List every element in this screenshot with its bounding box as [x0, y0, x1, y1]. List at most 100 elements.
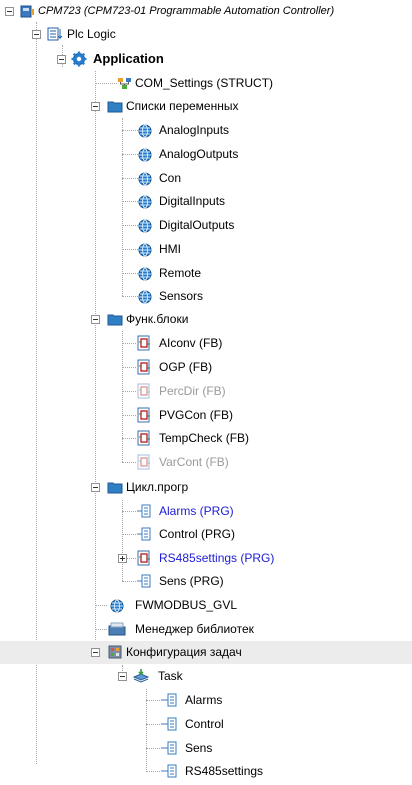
device-label: CPM723 (CPM723-01 Programmable Automatio…: [38, 5, 335, 17]
globe-icon: [136, 193, 152, 209]
tree-node-program[interactable]: Alarms (PRG): [0, 500, 412, 523]
globe-icon: [136, 288, 152, 304]
gvl-label: DigitalInputs: [159, 194, 226, 208]
program-call-icon: [160, 740, 177, 756]
tree-node-task-call[interactable]: Alarms: [0, 689, 412, 712]
gvl-label: DigitalOutputs: [159, 218, 235, 232]
gear-icon: [71, 51, 87, 67]
collapse-toggle[interactable]: [32, 30, 41, 39]
func-blocks-label: Функ.блоки: [126, 312, 189, 326]
tree-node-function-block[interactable]: AIconv (FB): [0, 332, 412, 355]
globe-icon: [136, 122, 152, 138]
tree-node-function-block[interactable]: TempCheck (FB): [0, 427, 412, 450]
gvl-label: Remote: [159, 266, 202, 280]
program-call-icon: [160, 692, 177, 708]
library-manager-label: Менеджер библиотек: [135, 622, 254, 636]
collapse-toggle[interactable]: [91, 315, 100, 324]
globe-icon: [136, 217, 152, 233]
tree-node-program[interactable]: Sens (PRG): [0, 570, 412, 593]
tree-node-program[interactable]: RS485settings (PRG): [0, 547, 412, 570]
tree-node-function-block[interactable]: VarCont (FB): [0, 451, 412, 474]
gvl-label: HMI: [159, 242, 181, 256]
tree-node-task-call[interactable]: Sens: [0, 737, 412, 760]
task-icon: [132, 668, 150, 684]
function-block-label: TempCheck (FB): [159, 431, 250, 445]
library-icon: [108, 621, 126, 637]
function-block-label: OGP (FB): [159, 360, 213, 374]
folder-icon: [107, 98, 123, 114]
folder-icon: [107, 311, 123, 327]
program-icon: [136, 503, 152, 519]
function-block-icon: [137, 335, 153, 351]
tree-node-gvl[interactable]: AnalogInputs: [0, 119, 412, 142]
com-settings-label: COM_Settings (STRUCT): [135, 76, 274, 90]
collapse-toggle[interactable]: [91, 483, 100, 492]
function-block-icon: [137, 430, 153, 446]
tree-node-fwmodbus-gvl[interactable]: FWMODBUS_GVL: [0, 594, 412, 617]
tree-node-plc-logic[interactable]: Plc Logic: [0, 23, 412, 46]
tree-node-gvl[interactable]: DigitalOutputs: [0, 214, 412, 237]
tree-node-device[interactable]: CPM723 (CPM723-01 Programmable Automatio…: [0, 0, 412, 23]
function-block-icon: [137, 383, 153, 399]
fwmodbus-label: FWMODBUS_GVL: [135, 598, 238, 612]
task-config-label: Конфигурация задач: [126, 645, 242, 659]
tree-node-program[interactable]: Control (PRG): [0, 523, 412, 546]
tree-node-gvl[interactable]: AnalogOutputs: [0, 143, 412, 166]
tree-node-gvl[interactable]: Con: [0, 167, 412, 190]
plc-logic-label: Plc Logic: [67, 27, 116, 41]
program-label: Control (PRG): [159, 527, 236, 541]
application-label: Application: [93, 51, 164, 66]
gvl-label: Sensors: [159, 289, 204, 303]
globe-icon: [136, 170, 152, 186]
tree-node-function-block[interactable]: OGP (FB): [0, 356, 412, 379]
tree-node-task-call[interactable]: Control: [0, 713, 412, 736]
tree-node-function-block[interactable]: PVGCon (FB): [0, 404, 412, 427]
tree-node-library-manager[interactable]: Менеджер библиотек: [0, 618, 412, 641]
tree-node-cyclic-folder[interactable]: Цикл.прогр: [0, 476, 412, 499]
project-tree: CPM723 (CPM723-01 Programmable Automatio…: [0, 0, 412, 785]
function-block-label: VarCont (FB): [159, 455, 229, 469]
tree-node-task[interactable]: Task: [0, 665, 412, 688]
tree-node-application[interactable]: Application: [0, 48, 412, 71]
program-label: RS485settings (PRG): [159, 551, 275, 565]
function-block-icon: [137, 550, 153, 566]
tree-node-func-blocks-folder[interactable]: Функ.блоки: [0, 308, 412, 331]
folder-icon: [107, 479, 123, 495]
collapse-toggle[interactable]: [118, 672, 127, 681]
tree-node-function-block[interactable]: PercDir (FB): [0, 380, 412, 403]
task-config-icon: [107, 644, 123, 660]
tree-node-task-config[interactable]: Конфигурация задач: [0, 641, 412, 664]
gvl-label: Con: [159, 171, 182, 185]
program-call-icon: [160, 716, 177, 732]
globe-icon: [136, 241, 152, 257]
tree-node-gvl[interactable]: Remote: [0, 262, 412, 285]
cyclic-label: Цикл.прогр: [126, 480, 189, 494]
program-icon: [136, 526, 152, 542]
function-block-icon: [137, 359, 153, 375]
function-block-label: PVGCon (FB): [159, 408, 234, 422]
collapse-toggle[interactable]: [91, 648, 100, 657]
gvl-label: AnalogInputs: [159, 123, 230, 137]
tree-node-var-lists-folder[interactable]: Списки переменных: [0, 95, 412, 118]
expand-toggle[interactable]: [118, 554, 127, 563]
gvl-label: AnalogOutputs: [159, 147, 239, 161]
program-call-icon: [160, 763, 177, 779]
tree-node-gvl[interactable]: Sensors: [0, 285, 412, 308]
globe-icon: [136, 265, 152, 281]
tree-node-com-settings[interactable]: COM_Settings (STRUCT): [0, 72, 412, 95]
collapse-toggle[interactable]: [91, 102, 100, 111]
task-call-label: RS485settings: [185, 764, 264, 778]
tree-node-task-call[interactable]: RS485settings: [0, 760, 412, 783]
task-call-label: Sens: [185, 741, 213, 755]
program-label: Sens (PRG): [159, 574, 224, 588]
tree-node-gvl[interactable]: DigitalInputs: [0, 190, 412, 213]
collapse-toggle[interactable]: [5, 7, 14, 16]
function-block-icon: [137, 454, 153, 470]
struct-icon: [117, 75, 133, 91]
tree-node-gvl[interactable]: HMI: [0, 238, 412, 261]
task-call-label: Control: [185, 717, 224, 731]
task-call-label: Alarms: [185, 693, 223, 707]
globe-icon: [136, 146, 152, 162]
collapse-toggle[interactable]: [57, 55, 66, 64]
plc-logic-icon: [47, 26, 63, 42]
